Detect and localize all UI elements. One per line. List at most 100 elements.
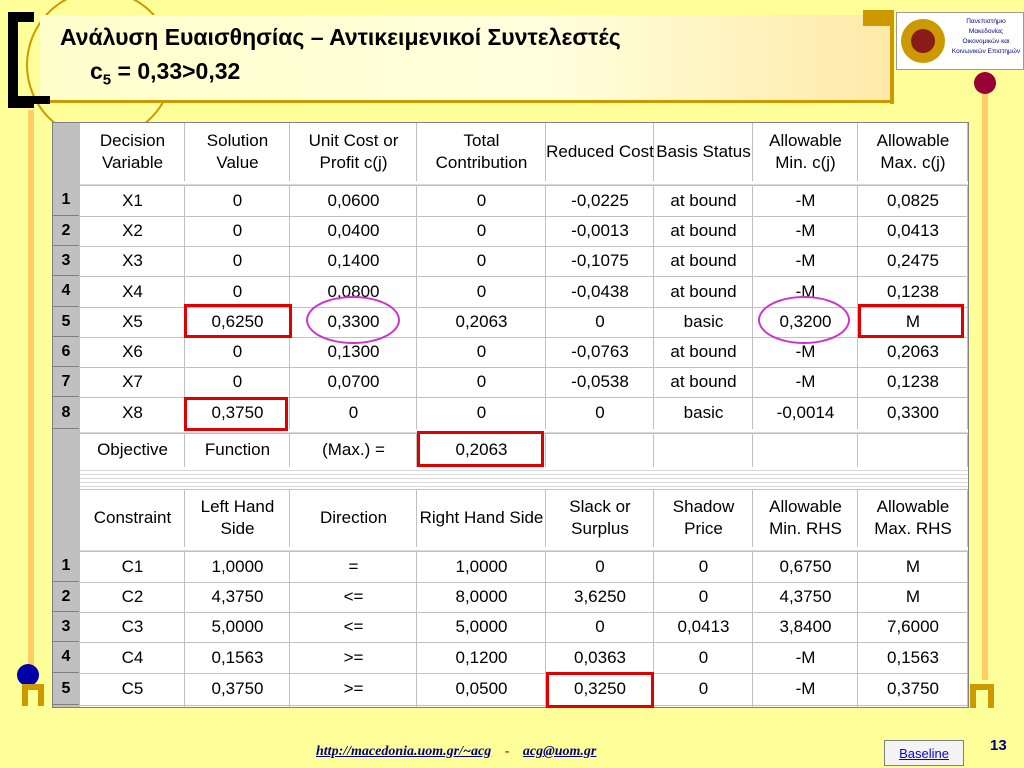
row-number: 1 (53, 551, 79, 582)
decorative-dot-red (974, 72, 996, 94)
table-cell: <= (343, 617, 364, 636)
row-number: 5 (53, 307, 79, 337)
baseline-button[interactable]: Baseline (884, 740, 964, 766)
column-header: Right Hand Side (419, 508, 544, 527)
table-cell: <= (343, 587, 364, 606)
column-header: Shadow Price (672, 497, 735, 538)
highlight-c5-slack (546, 672, 654, 708)
column-header: Basis Status (656, 142, 751, 161)
table-cell: -M (795, 190, 816, 210)
table-cell: 0 (595, 403, 605, 422)
table-cell: C3 (121, 617, 144, 636)
column-header: Allowable Max. RHS (874, 497, 952, 538)
table-cell: 0 (232, 190, 243, 210)
table-cell: 0 (476, 221, 487, 240)
row-number: 2 (53, 216, 79, 246)
table-cell: 1,0000 (211, 556, 264, 576)
objective-cell: Objective (97, 440, 168, 459)
column-header: Allowable Max. c(j) (876, 131, 950, 172)
table-cell: 0 (698, 647, 709, 667)
email-link[interactable]: acg@uom.gr (523, 744, 597, 759)
table-cell: X7 (122, 372, 143, 391)
row-number: 2 (53, 582, 79, 612)
table-cell: 0,0400 (327, 221, 380, 240)
table-cell: >= (343, 647, 364, 667)
decorative-right-line (982, 80, 988, 680)
circle-x5-min (758, 296, 850, 344)
column-header: Slack or Surplus (569, 497, 631, 538)
table-cell: -0,0763 (571, 342, 629, 361)
table-cell: X1 (122, 190, 143, 210)
table-cell: 7,6000 (887, 617, 939, 636)
table-cell: -0,0438 (571, 281, 629, 301)
table-cell: 0,0500 (455, 679, 508, 698)
objective-cell: Function (204, 440, 271, 459)
table-cell: 0 (348, 403, 359, 422)
table-cell: 4,3750 (779, 587, 832, 606)
logo-text: Πανεπιστήμιο Μακεδονίας Οικονομικών και … (951, 18, 1021, 55)
highlight-x5-max (858, 304, 964, 338)
column-header: Reduced Cost (546, 142, 654, 161)
table-cell: X5 (122, 312, 143, 331)
table-cell: at bound (670, 221, 737, 240)
table-cell: 0 (232, 221, 243, 240)
column-header: Allowable Min. c(j) (769, 131, 842, 172)
table-cell: 0,2063 (455, 312, 508, 331)
decorative-square-left (22, 684, 44, 706)
column-header: Constraint (93, 508, 172, 527)
table-cell: -0,0538 (571, 372, 629, 391)
decorative-dot-blue (17, 664, 39, 686)
column-header: Allowable Min. RHS (769, 497, 842, 538)
table-cell: -0,1075 (571, 251, 629, 270)
table-cell: 0,1563 (211, 647, 264, 667)
decorative-left-line (28, 110, 34, 670)
university-emblem-icon (901, 19, 945, 63)
table-cell: 0 (476, 342, 487, 361)
table-cell: at bound (670, 281, 737, 301)
circle-x5-cost (306, 296, 400, 344)
row-number: 3 (53, 246, 79, 276)
decorative-corner (863, 10, 893, 26)
table-cell: 4,3750 (211, 587, 264, 606)
table-cell: 0,1200 (455, 647, 508, 667)
table-cell: -M (795, 221, 816, 240)
table-cell: 3,6250 (574, 587, 626, 606)
table-cell: -M (795, 251, 816, 270)
table-cell: 0,3750 (887, 679, 939, 698)
table-cell: 0 (232, 251, 243, 270)
table-cell: 0 (232, 342, 243, 361)
website-link[interactable]: http://macedonia.uom.gr/~acg (316, 744, 491, 759)
table-cell: 0,0700 (327, 372, 380, 391)
table-cell: 0 (698, 556, 709, 576)
table-cell: at bound (670, 372, 737, 391)
decorative-bracket (8, 12, 34, 108)
table-cell: 8,0000 (455, 587, 508, 606)
slide-title: Ανάλυση Ευαισθησίας – Αντικειμενικοί Συν… (60, 24, 621, 50)
table-cell: 0 (698, 587, 709, 606)
university-logo: Πανεπιστήμιο Μακεδονίας Οικονομικών και … (896, 12, 1024, 70)
table-cell: 0,0363 (574, 647, 626, 667)
row-divider (53, 705, 968, 706)
table-cell: at bound (670, 342, 737, 361)
objective-cell: (Max.) = (322, 440, 385, 459)
table-cell: 0,0413 (677, 617, 730, 636)
table-cell: 1,0000 (455, 556, 508, 576)
decorative-square-right (970, 684, 994, 708)
table-cell: -M (795, 372, 816, 391)
table-cell: 0,1400 (327, 251, 380, 270)
table-cell: 0 (698, 679, 709, 698)
table-cell: 0,1563 (887, 647, 939, 667)
decorative-line (890, 10, 894, 104)
table-cell: 0,3300 (887, 403, 939, 422)
column-header: Left Hand Side (200, 497, 275, 538)
table-cell: 0 (476, 403, 487, 422)
table-cell: 0,6750 (779, 556, 832, 576)
table-cell: 0,3750 (211, 679, 264, 698)
table-cell: X4 (122, 281, 143, 301)
row-number: 6 (53, 337, 79, 367)
column-header: Decision Variable (99, 131, 166, 172)
highlight-x8-solution (184, 397, 288, 431)
table-cell: 3,8400 (779, 617, 832, 636)
row-number: 4 (53, 276, 79, 307)
row-number: 4 (53, 642, 79, 673)
